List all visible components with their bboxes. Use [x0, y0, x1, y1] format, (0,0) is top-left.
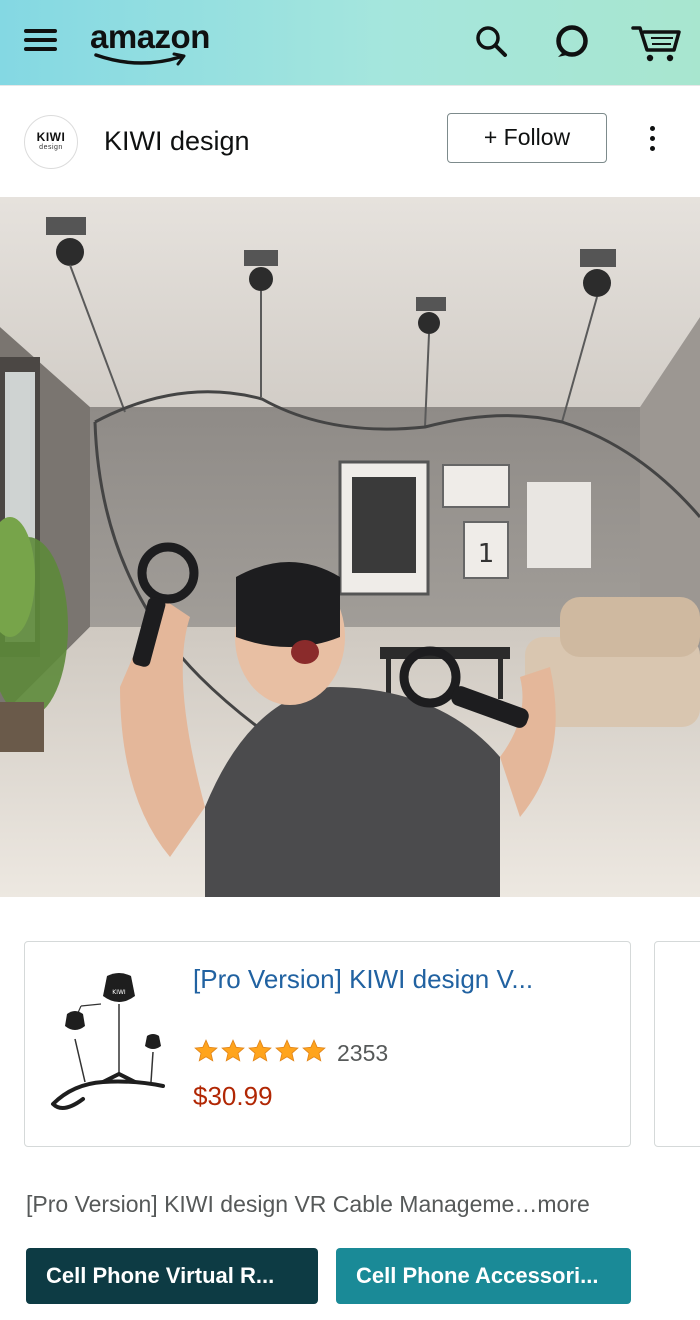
- brand-logo-line1: KIWI: [36, 130, 66, 144]
- product-title[interactable]: [Pro Version] KIWI design V...: [193, 964, 593, 995]
- product-card[interactable]: KIWI [Pro Version] KIWI design V... 2353…: [24, 941, 631, 1147]
- logo-text: amazon: [90, 18, 210, 55]
- more-link[interactable]: more: [537, 1191, 589, 1217]
- category-chip-virtual-reality[interactable]: Cell Phone Virtual R...: [26, 1248, 318, 1304]
- brand-logo[interactable]: KIWI design: [24, 115, 78, 169]
- follow-button[interactable]: + Follow: [447, 113, 607, 163]
- star-icon: [194, 1039, 218, 1062]
- smile-arrow-icon: [94, 52, 186, 66]
- category-chip-accessories[interactable]: Cell Phone Accessori...: [336, 1248, 631, 1304]
- star-icon: [275, 1039, 299, 1062]
- vr-room-illustration: 1: [0, 197, 700, 897]
- alexa-icon[interactable]: [553, 22, 591, 60]
- hamburger-menu-icon[interactable]: [24, 26, 58, 54]
- svg-text:KIWI: KIWI: [112, 989, 126, 996]
- product-thumbnail: KIWI: [51, 973, 165, 1110]
- hero-image[interactable]: 1: [0, 197, 700, 897]
- rating-stars: [193, 1038, 328, 1064]
- svg-text:1: 1: [478, 539, 495, 569]
- cart-icon[interactable]: [630, 20, 682, 64]
- top-header: amazon: [0, 0, 700, 85]
- search-icon[interactable]: [474, 24, 508, 58]
- star-icon: [221, 1039, 245, 1062]
- rating-count[interactable]: 2353: [337, 1040, 388, 1067]
- product-price: $30.99: [193, 1081, 273, 1111]
- amazon-logo[interactable]: amazon: [90, 12, 230, 70]
- next-product-card[interactable]: [654, 941, 700, 1147]
- star-icon: [248, 1039, 272, 1062]
- brand-logo-line2: design: [39, 144, 63, 151]
- brand-name[interactable]: KIWI design: [104, 126, 250, 157]
- star-icon: [302, 1039, 326, 1062]
- post-description: [Pro Version] KIWI design VR Cable Manag…: [26, 1191, 674, 1218]
- more-options-icon[interactable]: [641, 123, 665, 157]
- description-text: [Pro Version] KIWI design VR Cable Manag…: [26, 1191, 538, 1217]
- brand-row: KIWI design KIWI design + Follow: [0, 85, 700, 197]
